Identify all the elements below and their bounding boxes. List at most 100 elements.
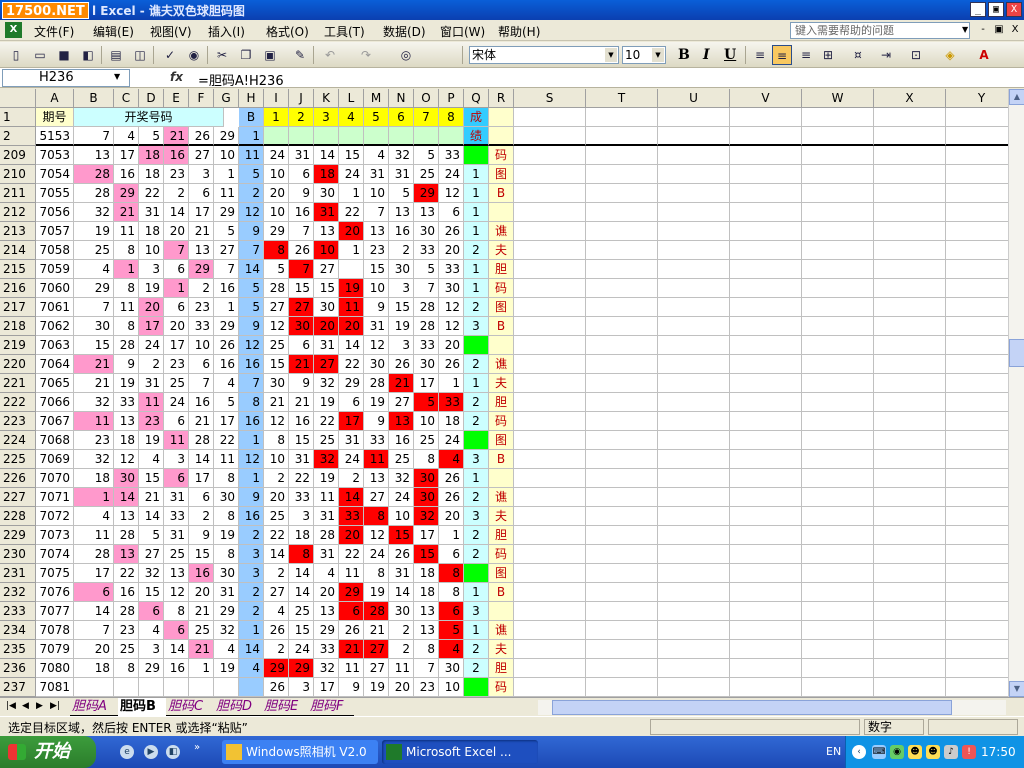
- grid-cell[interactable]: [802, 279, 874, 298]
- grid-cell[interactable]: [730, 317, 802, 336]
- grid-cell[interactable]: 2: [239, 583, 264, 602]
- grid-cell[interactable]: 15: [289, 431, 314, 450]
- row-header[interactable]: 233: [0, 602, 36, 621]
- grid-cell[interactable]: [586, 469, 658, 488]
- grid-cell[interactable]: 12: [164, 583, 189, 602]
- grid-cell[interactable]: 9: [339, 678, 364, 697]
- result-cell[interactable]: 2: [464, 545, 489, 564]
- grid-cell[interactable]: [586, 355, 658, 374]
- media-icon[interactable]: ▶: [144, 745, 158, 759]
- grid-cell[interactable]: 32: [139, 564, 164, 583]
- grid-cell[interactable]: 10: [439, 678, 464, 697]
- grid-cell[interactable]: 25: [414, 165, 439, 184]
- column-header[interactable]: U: [658, 89, 730, 108]
- grid-cell[interactable]: 1: [239, 469, 264, 488]
- grid-cell[interactable]: [946, 146, 1008, 165]
- grid-cell[interactable]: 28: [414, 298, 439, 317]
- grid-cell[interactable]: 22: [139, 184, 164, 203]
- row-header[interactable]: 214: [0, 241, 36, 260]
- grid-cell[interactable]: 9: [239, 317, 264, 336]
- grid-cell[interactable]: 1: [439, 374, 464, 393]
- grid-cell[interactable]: 21: [74, 374, 114, 393]
- grid-cell[interactable]: [946, 583, 1008, 602]
- grid-cell[interactable]: [946, 374, 1008, 393]
- first-sheet-icon[interactable]: |◀: [6, 701, 16, 711]
- result-cell[interactable]: 2: [464, 488, 489, 507]
- grid-cell[interactable]: [586, 241, 658, 260]
- position-header[interactable]: 1: [264, 108, 289, 127]
- grid-cell[interactable]: [339, 260, 364, 279]
- grid-cell[interactable]: 27: [289, 298, 314, 317]
- grid-cell[interactable]: [874, 488, 946, 507]
- grid-cell[interactable]: [586, 260, 658, 279]
- result-cell[interactable]: 2: [464, 640, 489, 659]
- grid-cell[interactable]: 22: [314, 412, 339, 431]
- grid-cell[interactable]: 26: [214, 336, 239, 355]
- menu-item-5[interactable]: 工具(T): [324, 23, 365, 40]
- position-header[interactable]: 4: [339, 108, 364, 127]
- grid-cell[interactable]: 29: [214, 203, 239, 222]
- grid-cell[interactable]: 1: [189, 659, 214, 678]
- grid-cell[interactable]: 28: [114, 602, 139, 621]
- grid-cell[interactable]: [730, 374, 802, 393]
- grid-cell[interactable]: 6: [164, 621, 189, 640]
- grid-cell[interactable]: 24: [389, 488, 414, 507]
- grid-cell[interactable]: [514, 488, 586, 507]
- grid-cell[interactable]: [514, 431, 586, 450]
- grid-cell[interactable]: [586, 222, 658, 241]
- grid-cell[interactable]: 16: [289, 412, 314, 431]
- grid-cell[interactable]: 11: [139, 393, 164, 412]
- grid-cell[interactable]: [658, 393, 730, 412]
- grid-cell[interactable]: [874, 279, 946, 298]
- row-header[interactable]: 234: [0, 621, 36, 640]
- grid-cell[interactable]: 21: [289, 393, 314, 412]
- grid-cell[interactable]: 30: [364, 355, 389, 374]
- horizontal-scrollbar[interactable]: [538, 700, 1006, 715]
- grid-cell[interactable]: 11: [314, 488, 339, 507]
- grid-cell[interactable]: 27: [264, 298, 289, 317]
- grid-cell[interactable]: [658, 564, 730, 583]
- label-cell[interactable]: 谯: [489, 621, 514, 640]
- column-header[interactable]: A: [36, 89, 74, 108]
- column-header[interactable]: I: [264, 89, 289, 108]
- grid-cell[interactable]: [514, 317, 586, 336]
- grid-cell[interactable]: 13: [414, 602, 439, 621]
- grid-cell[interactable]: 14: [164, 640, 189, 659]
- grid-cell[interactable]: 17: [164, 336, 189, 355]
- result-cell[interactable]: 1: [464, 621, 489, 640]
- select-all-corner[interactable]: [0, 89, 36, 108]
- result-cell[interactable]: 2: [464, 412, 489, 431]
- grid-cell[interactable]: 17: [414, 526, 439, 545]
- desktop-icon[interactable]: ◧: [166, 745, 180, 759]
- grid-cell[interactable]: 7060: [36, 279, 74, 298]
- grid-cell[interactable]: 9: [289, 374, 314, 393]
- row-header[interactable]: 1: [0, 108, 36, 127]
- grid-cell[interactable]: [586, 621, 658, 640]
- grid-cell[interactable]: 5: [414, 146, 439, 165]
- grid-cell[interactable]: [658, 184, 730, 203]
- next-sheet-icon[interactable]: ▶: [36, 701, 43, 711]
- grid-cell[interactable]: [586, 431, 658, 450]
- grid-cell[interactable]: 21: [114, 203, 139, 222]
- grid-cell[interactable]: [139, 678, 164, 697]
- grid-cell[interactable]: 7: [74, 298, 114, 317]
- grid-cell[interactable]: 19: [364, 393, 389, 412]
- align-left-icon[interactable]: ≡: [750, 45, 770, 65]
- research-icon[interactable]: ◉: [184, 45, 204, 65]
- grid-cell[interactable]: 10: [139, 241, 164, 260]
- grid-cell[interactable]: [658, 488, 730, 507]
- grid-cell[interactable]: 4: [114, 127, 139, 146]
- grid-cell[interactable]: 9: [364, 412, 389, 431]
- row-header[interactable]: 226: [0, 469, 36, 488]
- label-cell[interactable]: 码: [489, 412, 514, 431]
- grid-cell[interactable]: 2: [339, 469, 364, 488]
- grid-cell[interactable]: 14: [339, 488, 364, 507]
- grid-cell[interactable]: 19: [364, 583, 389, 602]
- label-cell[interactable]: [489, 602, 514, 621]
- grid-cell[interactable]: 30: [414, 222, 439, 241]
- grid-cell[interactable]: 10: [264, 450, 289, 469]
- grid-cell[interactable]: [586, 640, 658, 659]
- grid-cell[interactable]: 9: [239, 222, 264, 241]
- grid-cell[interactable]: 15: [139, 583, 164, 602]
- grid-cell[interactable]: 2: [389, 241, 414, 260]
